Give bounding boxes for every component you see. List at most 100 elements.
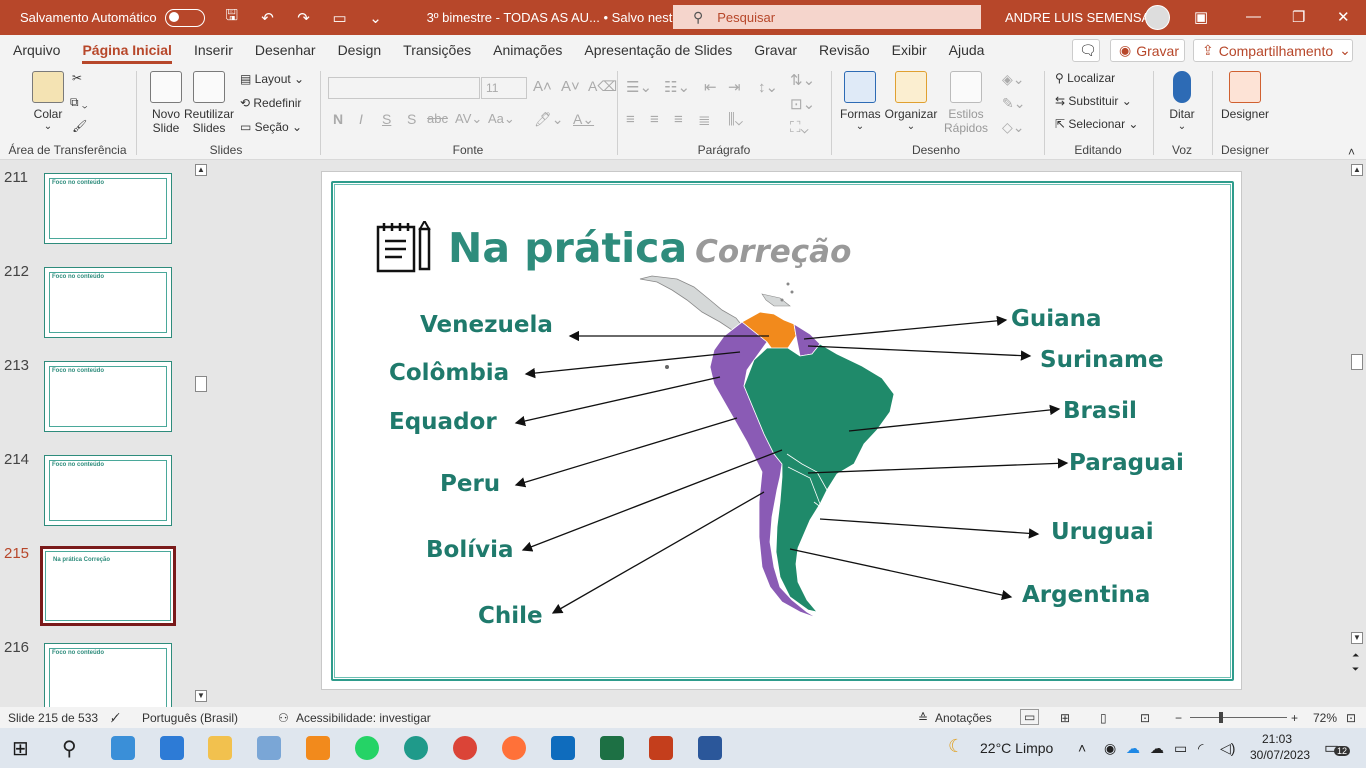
save-icon[interactable]: 🖫 [223,5,241,30]
grow-font-icon[interactable]: A˄ [533,78,552,95]
zoom-out-icon[interactable]: − [1175,711,1182,725]
align-right-icon[interactable]: ≡ [674,111,683,128]
designer-button[interactable]: Designer [1221,71,1269,121]
tab-gravar[interactable]: Gravar [754,42,797,58]
present-icon[interactable]: ▭ [331,9,349,27]
scroll-up-icon[interactable]: ▲ [195,164,207,176]
find-button[interactable]: ⚲ Localizar [1055,71,1115,85]
tab-animações[interactable]: Animações [493,42,562,58]
highlight-icon[interactable]: 🖊⌄ [534,111,564,128]
shapes-button[interactable]: Formas ⌄ [840,71,881,132]
tab-página-inicial[interactable]: Página Inicial [82,42,172,64]
vlc-icon[interactable] [306,736,330,760]
quick-styles-button[interactable]: Estilos Rápidos [938,71,994,135]
italic-icon[interactable]: I [359,111,363,127]
tab-design[interactable]: Design [338,42,382,58]
reading-view-icon[interactable]: ▯ [1100,711,1107,725]
slide-sorter-icon[interactable]: ⊞ [1060,711,1070,725]
autosave-toggle[interactable] [164,8,205,27]
slideshow-icon[interactable]: ⊡ [1140,711,1150,725]
document-title[interactable]: 3º bimestre - TODAS AS AU... • Salvo nes… [427,10,702,25]
customize-qat-icon[interactable]: ⌄ [367,9,385,27]
battery-icon[interactable]: ▭ [1174,740,1187,757]
restore-icon[interactable]: ❐ [1292,8,1305,26]
numbering-icon[interactable]: ☷⌄ [664,78,690,96]
smartart-icon[interactable]: ⛶⌄ [790,119,809,136]
ribbon-options-icon[interactable]: ▣ [1194,8,1208,26]
bold-icon[interactable]: N [333,111,343,127]
edge-icon[interactable] [404,736,428,760]
normal-view-icon[interactable]: ▭ [1020,709,1040,725]
shape-fill-icon[interactable]: ◈⌄ [1002,71,1025,88]
clock-date[interactable]: 30/07/2023 [1250,748,1310,762]
font-size-select[interactable]: 11 [481,77,527,99]
accessibility-icon[interactable]: ⚇ [278,711,289,725]
copy-icon[interactable]: ⧉ ⌄ [70,95,88,110]
replace-button[interactable]: ⇆ Substituir ⌄ [1055,94,1132,108]
collapse-ribbon-icon[interactable]: ˄ [1348,145,1355,159]
columns-icon[interactable]: ⫼⌄ [728,111,743,128]
section-button[interactable]: ▭ Seção ⌄ [240,120,302,134]
shrink-font-icon[interactable]: A˅ [561,78,580,95]
cloud-icon[interactable]: ☁ [1150,740,1164,757]
slide-thumbnail[interactable]: Foco no conteúdo [44,455,172,526]
tab-arquivo[interactable]: Arquivo [13,42,60,58]
next-slide-icon[interactable]: ⏷ [1352,664,1359,675]
tab-exibir[interactable]: Exibir [892,42,927,58]
zoom-level[interactable]: 72% [1313,711,1337,725]
comments-button[interactable]: 🗨 [1072,39,1100,62]
fit-window-icon[interactable]: ⊡ [1346,711,1356,725]
justify-icon[interactable]: ≣ [698,111,711,129]
previous-slide-icon[interactable]: ⏶ [1352,650,1359,661]
tab-inserir[interactable]: Inserir [194,42,233,58]
slide-thumbnail[interactable]: Foco no conteúdo [44,361,172,432]
file-explorer-icon[interactable] [208,736,232,760]
clock-time[interactable]: 21:03 [1262,732,1292,746]
share-button[interactable]: ⇪ Compartilhamento ⌄ [1193,39,1353,62]
outlook-icon[interactable] [551,736,575,760]
powerpoint-icon[interactable] [649,736,673,760]
slide-thumbnail[interactable]: Foco no conteúdo [44,173,172,244]
align-left-icon[interactable]: ≡ [626,111,635,128]
zoom-slider[interactable] [1190,717,1287,718]
font-color-icon[interactable]: A⌄ [573,111,594,128]
tab-transições[interactable]: Transições [403,42,471,58]
align-text-icon[interactable]: ⊡⌄ [790,95,815,113]
user-name[interactable]: ANDRE LUIS SEMENSATO [1005,10,1167,25]
font-family-select[interactable] [328,77,480,99]
search-box[interactable]: ⚲ Pesquisar [673,5,981,29]
bullets-icon[interactable]: ☰⌄ [626,78,652,96]
word-icon[interactable] [698,736,722,760]
weather-text[interactable]: 22°C Limpo [980,740,1053,756]
firefox-icon[interactable] [502,736,526,760]
format-painter-icon[interactable]: 🖌 [72,119,87,133]
camera-icon[interactable]: ◉ [1104,740,1116,757]
search-taskbar-icon[interactable]: ⚲ [62,736,86,760]
scroll-thumb[interactable] [1351,354,1363,370]
scroll-down-icon[interactable]: ▼ [195,690,207,702]
record-button[interactable]: ◉ Gravar [1110,39,1185,62]
wifi-icon[interactable]: ◜ [1198,740,1203,757]
tab-ajuda[interactable]: Ajuda [949,42,985,58]
onedrive-icon[interactable]: ☁ [1126,740,1140,757]
cut-icon[interactable]: ✂ [72,71,82,85]
shape-outline-icon[interactable]: ✎⌄ [1002,95,1025,112]
decrease-indent-icon[interactable]: ⇤ [704,78,717,96]
line-spacing-icon[interactable]: ↕⌄ [758,78,778,96]
scroll-down-icon[interactable]: ▼ [1351,632,1363,644]
underline-icon[interactable]: S [382,111,391,127]
arrange-button[interactable]: Organizar ⌄ [884,71,938,132]
dictate-button[interactable]: Ditar ⌄ [1166,71,1198,132]
reset-button[interactable]: ⟲ Redefinir [240,96,301,110]
char-spacing-icon[interactable]: AV⌄ [455,111,482,127]
align-center-icon[interactable]: ≡ [650,111,659,128]
language-label[interactable]: Português (Brasil) [142,711,238,725]
accessibility-label[interactable]: Acessibilidade: investigar [296,711,431,725]
text-direction-icon[interactable]: ⇅⌄ [790,71,815,89]
minimize-icon[interactable]: — [1246,8,1261,25]
redo-icon[interactable]: ↷ [295,9,313,27]
zoom-slider-thumb[interactable] [1219,712,1223,723]
slide-thumbnail[interactable]: Foco no conteúdo [44,643,172,714]
layout-button[interactable]: ▤ Layout ⌄ [240,72,304,86]
windows-start-icon[interactable]: ⊞ [12,736,36,760]
